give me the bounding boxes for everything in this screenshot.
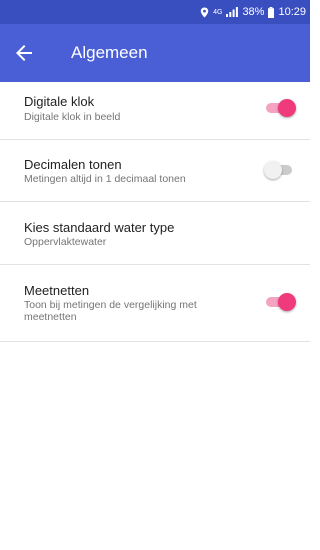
digitale-klok-toggle[interactable]	[266, 98, 296, 118]
location-icon	[200, 7, 209, 17]
setting-description: Metingen altijd in 1 decimaal tonen	[24, 173, 186, 185]
signal-icon	[226, 7, 239, 17]
network-type-label: 4G	[213, 8, 223, 16]
decimalen-tonen-toggle[interactable]	[264, 160, 294, 180]
status-icons: 4G 38% 10:29	[200, 3, 306, 21]
status-bar: 4G 38% 10:29	[0, 0, 310, 24]
setting-title: Meetnetten	[24, 283, 90, 298]
battery-icon	[268, 6, 275, 18]
settings-list: Digitale klok Digitale klok in beeld Dec…	[0, 82, 310, 342]
setting-title: Kies standaard water type	[24, 220, 175, 235]
toggle-thumb	[278, 99, 296, 117]
setting-description: Digitale klok in beeld	[24, 111, 121, 123]
settings-screen: 4G 38% 10:29 Algemeen Digitale klok Digi…	[0, 0, 310, 550]
setting-digitale-klok[interactable]: Digitale klok Digitale klok in beeld	[0, 82, 310, 140]
app-bar: Algemeen	[0, 24, 310, 82]
back-arrow-icon[interactable]	[12, 41, 36, 65]
toggle-thumb	[264, 161, 282, 179]
setting-meetnetten[interactable]: Meetnetten Toon bij metingen de vergelij…	[0, 265, 310, 342]
meetnetten-toggle[interactable]	[266, 292, 296, 312]
setting-description: Oppervlaktewater	[24, 236, 107, 248]
status-time: 10:29	[278, 6, 306, 18]
setting-description: Toon bij metingen de vergelijking met me…	[24, 299, 197, 323]
setting-title: Digitale klok	[24, 94, 95, 109]
setting-water-type[interactable]: Kies standaard water type Oppervlaktewat…	[0, 202, 310, 265]
battery-percent: 38%	[242, 6, 265, 18]
setting-title: Decimalen tonen	[24, 157, 122, 172]
toggle-thumb	[278, 293, 296, 311]
page-title: Algemeen	[71, 43, 148, 62]
setting-decimalen-tonen[interactable]: Decimalen tonen Metingen altijd in 1 dec…	[0, 140, 310, 202]
